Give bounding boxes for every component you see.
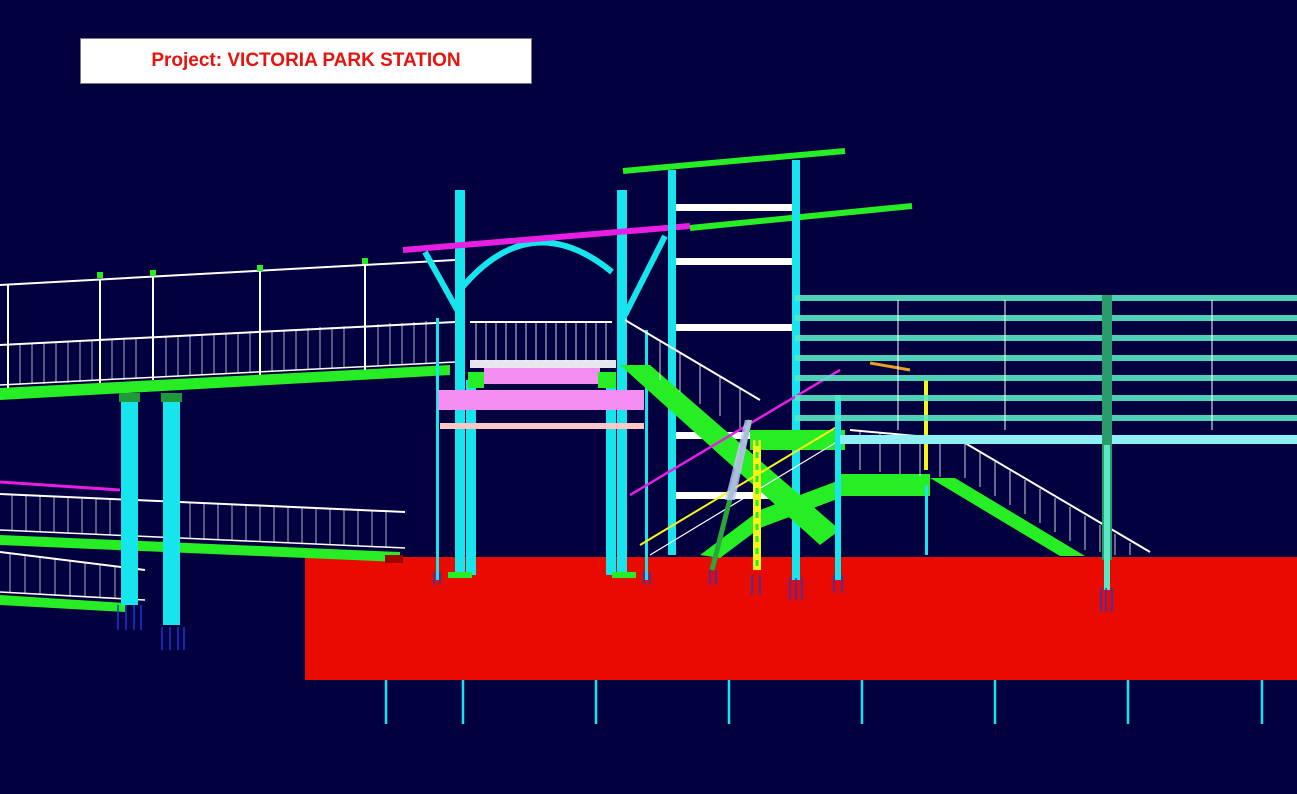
platform-piles — [384, 680, 1264, 724]
project-title: Project: VICTORIA PARK STATION — [151, 50, 461, 71]
project-title-panel: Project: VICTORIA PARK STATION — [80, 38, 532, 84]
left-columns — [117, 393, 185, 650]
upper-ramp — [0, 258, 456, 400]
structural-model-view — [0, 148, 1297, 724]
